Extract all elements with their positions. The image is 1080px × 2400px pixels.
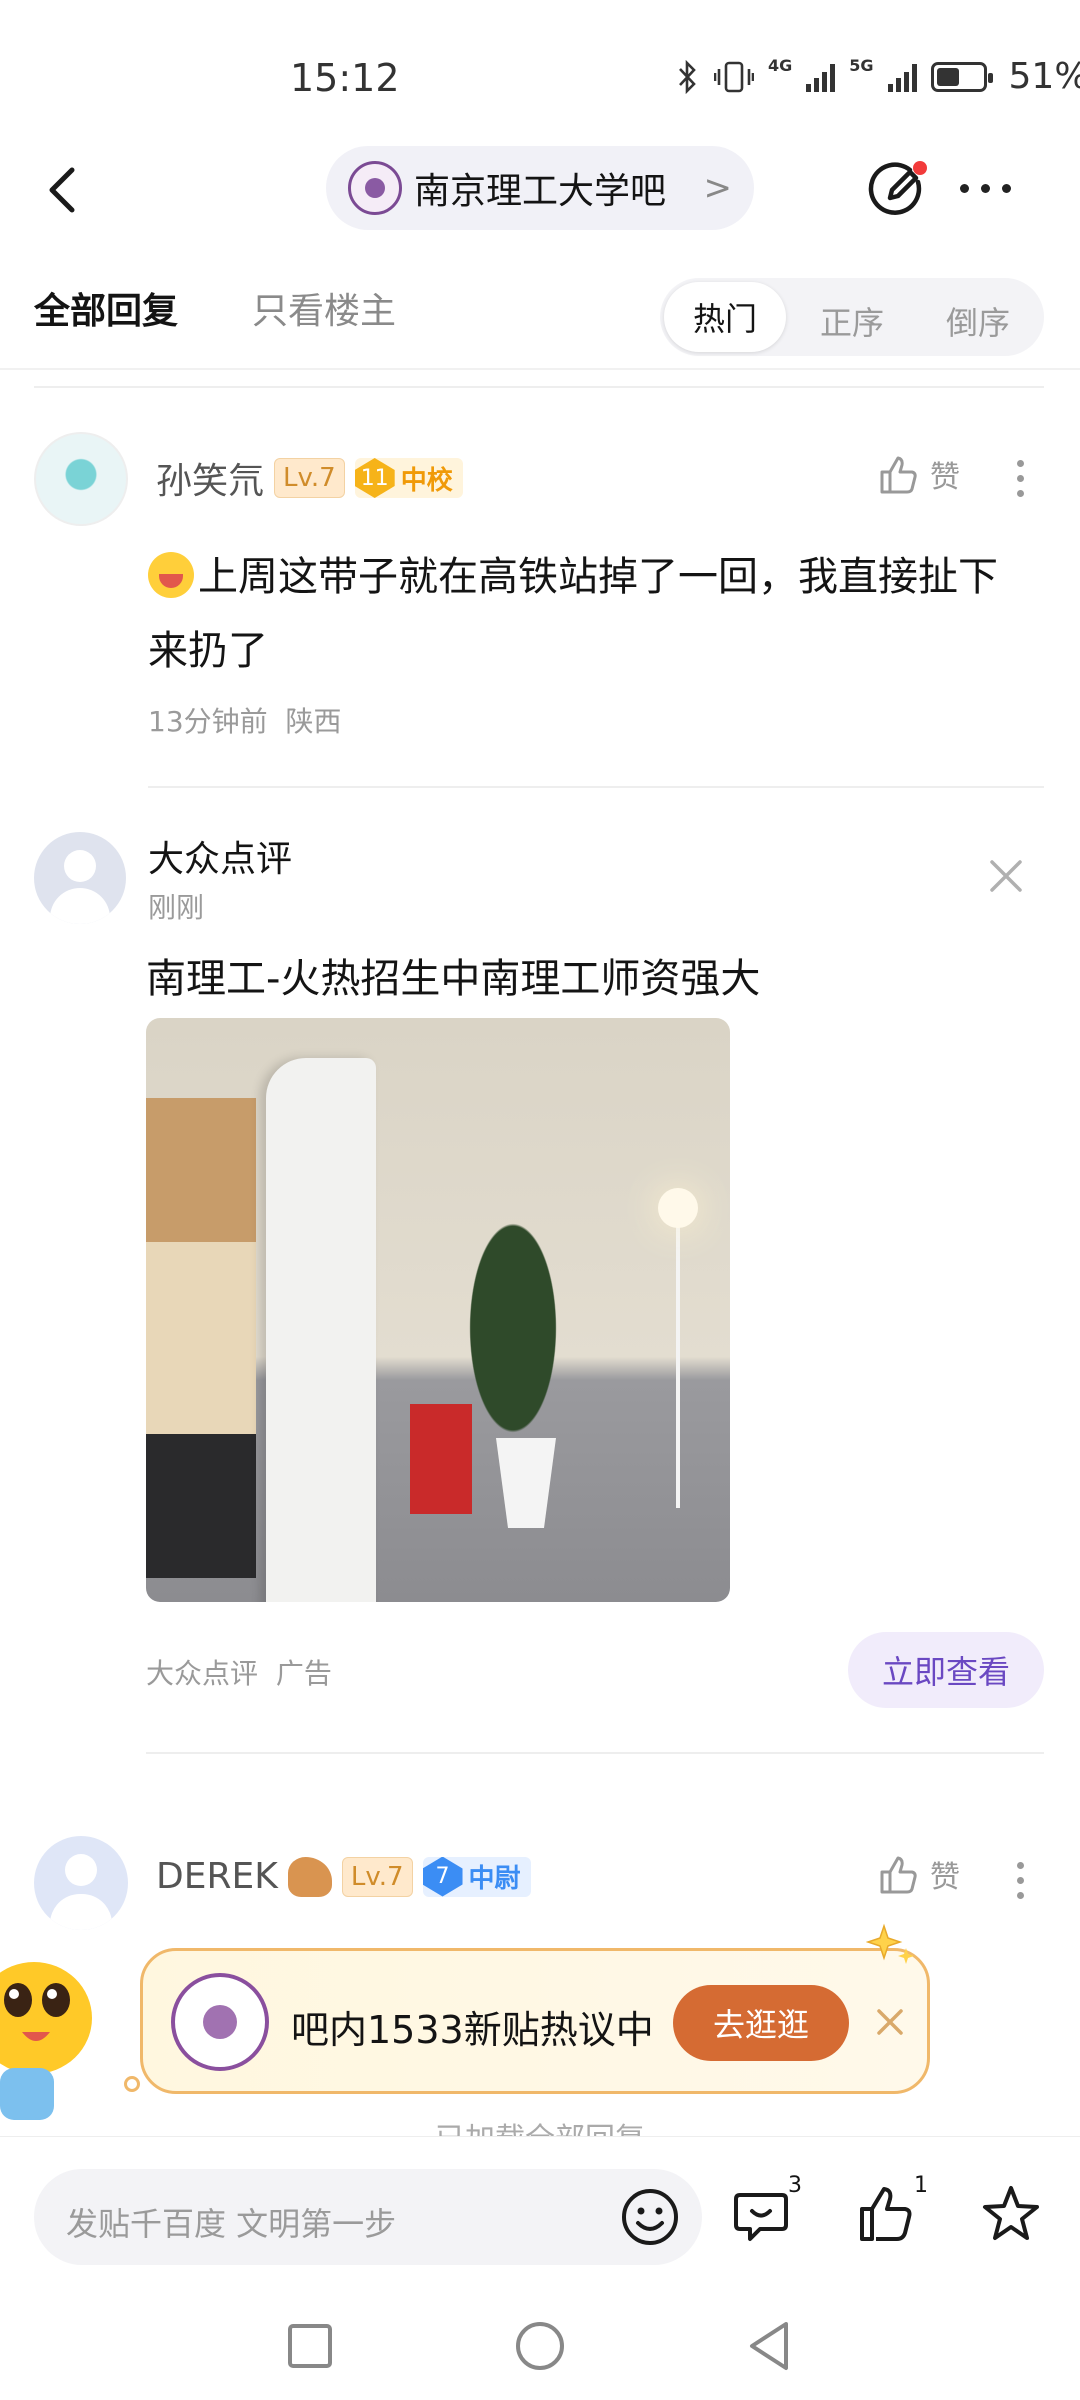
tab-all-replies[interactable]: 全部回复 <box>34 282 178 334</box>
back-icon[interactable] <box>742 2318 798 2374</box>
top-nav-bar: 南京理工大学吧 > <box>0 140 1080 240</box>
popup-go-button[interactable]: 去逛逛 <box>673 1985 849 2061</box>
ad-advertiser-name[interactable]: 大众点评 <box>148 830 292 882</box>
like-label: 赞 <box>930 1860 960 1895</box>
reply-body: 上周这带子就在高铁站掉了一回，我直接扯下来扔了 <box>148 554 998 674</box>
divider <box>0 368 1080 370</box>
sort-hot-button[interactable]: 热门 <box>664 282 786 352</box>
signal-4g-icon <box>806 62 836 92</box>
mascot-icon[interactable] <box>0 1938 96 2128</box>
rank-label: 中校 <box>400 465 453 496</box>
status-bar: 15:12 4G 5G 51% <box>0 0 1080 150</box>
recents-icon[interactable] <box>282 2318 338 2374</box>
reply-author-row: 孙笑氘 Lv.7 11 中校 <box>156 452 463 504</box>
like-button[interactable]: 赞 <box>876 1852 960 1896</box>
status-icons: 4G 5G 51% <box>676 56 1080 97</box>
popup-text: 吧内1533新贴热议中 <box>291 2008 654 2052</box>
comment-icon[interactable] <box>730 2183 792 2245</box>
level-badge: Lv.7 <box>341 1856 413 1897</box>
notification-dot <box>913 161 927 175</box>
comment-input[interactable]: 发贴千百度 文明第一步 <box>34 2169 702 2265</box>
sparkle-icon <box>866 1923 914 1964</box>
reply-more-icon[interactable] <box>1017 460 1024 497</box>
status-time: 15:12 <box>290 56 400 100</box>
grinning-emoji-icon <box>148 552 194 598</box>
system-nav-bar <box>0 2290 1080 2400</box>
divider <box>34 386 1044 388</box>
horse-emoji-icon <box>287 1856 332 1897</box>
divider <box>146 1752 1044 1754</box>
signal-5g-icon <box>887 62 917 92</box>
trending-popup[interactable]: 吧内1533新贴热议中 去逛逛 <box>140 1948 930 2094</box>
like-label: 赞 <box>930 460 960 495</box>
more-options-icon[interactable] <box>960 184 1011 193</box>
battery-percent: 51% <box>1008 56 1080 97</box>
rank-badge: 11 中校 <box>354 458 463 498</box>
thumbs-up-icon <box>880 456 917 494</box>
battery-fill <box>936 67 959 86</box>
ad-title[interactable]: 南理工-火热招生中南理工师资强大 <box>146 946 760 1004</box>
like-button[interactable]: 赞 <box>876 452 960 496</box>
forum-name: 南京理工大学吧 <box>414 171 667 212</box>
username[interactable]: DEREK <box>156 1856 278 1897</box>
ad-source-name: 大众点评 <box>146 1657 259 1690</box>
rank-badge: 7 中尉 <box>422 1856 531 1897</box>
divider <box>148 786 1044 788</box>
chevron-right-icon: > <box>703 168 733 208</box>
level-badge: Lv.7 <box>274 458 345 498</box>
ad-image[interactable] <box>146 1018 730 1602</box>
reply-location: 陕西 <box>285 705 342 738</box>
battery-icon <box>930 61 993 92</box>
rank-label: 中尉 <box>468 1864 521 1894</box>
vibrate-icon <box>714 61 754 92</box>
sort-desc-button[interactable]: 倒序 <box>946 298 1010 344</box>
forum-logo <box>348 161 402 215</box>
close-icon[interactable] <box>873 2005 907 2039</box>
reply-more-icon[interactable] <box>1017 1862 1024 1899</box>
forum-pill-button[interactable]: 南京理工大学吧 > <box>326 146 754 230</box>
reply-author-row: DEREK Lv.7 7 中尉 <box>156 1856 531 1897</box>
avatar[interactable] <box>34 1836 128 1930</box>
forum-logo <box>171 1973 269 2071</box>
popup-pointer <box>124 2076 140 2092</box>
emoji-icon[interactable] <box>620 2187 680 2247</box>
thumbs-up-icon <box>880 1856 917 1894</box>
reply-time: 13分钟前 <box>148 705 268 738</box>
compose-icon[interactable] <box>866 160 928 222</box>
reply-text: 上周这带子就在高铁站掉了一回，我直接扯下来扔了 <box>148 540 1028 688</box>
reply-meta: 13分钟前 陕西 <box>148 700 341 740</box>
rank-number: 11 <box>354 458 395 498</box>
back-arrow-icon[interactable] <box>40 162 90 218</box>
network-4g-label: 4G <box>768 56 793 75</box>
network-5g-label: 5G <box>849 56 874 75</box>
sort-asc-button[interactable]: 正序 <box>820 298 884 344</box>
ad-avatar[interactable] <box>34 832 126 924</box>
thumbs-up-icon[interactable] <box>856 2183 918 2245</box>
close-icon[interactable] <box>986 856 1026 896</box>
like-count: 1 <box>914 2173 928 2198</box>
ad-source: 大众点评 广告 <box>146 1652 332 1692</box>
bluetooth-icon <box>679 59 696 94</box>
star-icon[interactable] <box>980 2183 1042 2245</box>
bottom-action-bar: 发贴千百度 文明第一步 3 1 <box>0 2136 1080 2268</box>
avatar[interactable] <box>34 432 128 526</box>
username[interactable]: 孙笑氘 <box>156 452 264 504</box>
tab-op-only[interactable]: 只看楼主 <box>252 282 396 334</box>
ad-label: 广告 <box>275 1657 332 1690</box>
comment-placeholder: 发贴千百度 文明第一步 <box>66 2205 397 2243</box>
reply-filter-tabs: 全部回复 只看楼主 热门 正序 倒序 <box>0 270 1080 360</box>
ad-time: 刚刚 <box>148 891 205 924</box>
ad-cta-button[interactable]: 立即查看 <box>848 1632 1044 1708</box>
comment-count: 3 <box>788 2173 802 2198</box>
sort-toggle-group: 热门 正序 倒序 <box>660 278 1044 356</box>
rank-number: 7 <box>422 1856 463 1897</box>
home-icon[interactable] <box>512 2318 568 2374</box>
